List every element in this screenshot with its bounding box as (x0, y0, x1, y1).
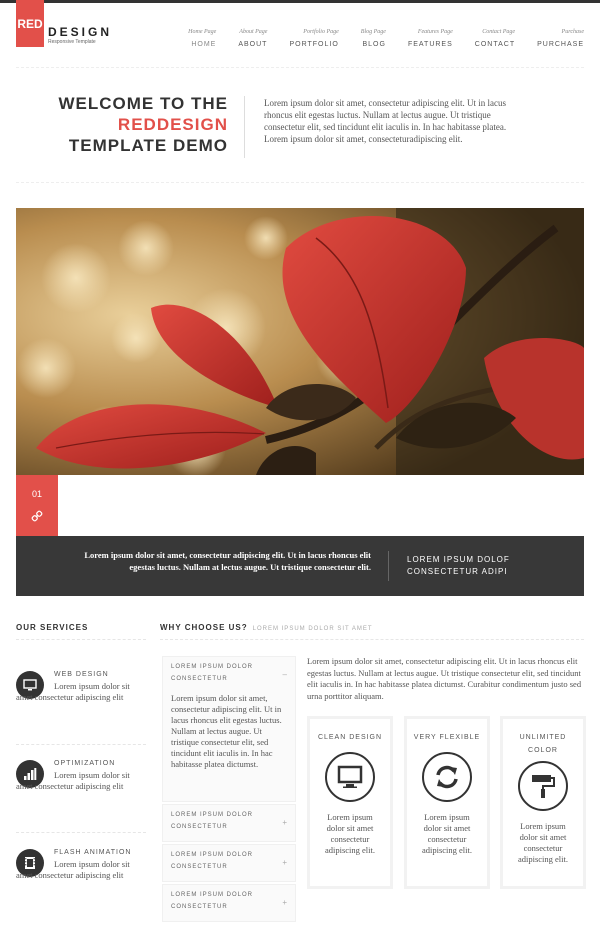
caption-title: LOREM IPSUM DOLOF CONSECTETUR ADIPI (407, 554, 510, 578)
divider (16, 639, 146, 640)
logo-red-block: RED (16, 0, 44, 47)
paint-roller-icon (532, 775, 555, 798)
nav-label: FEATURES (407, 41, 453, 48)
service-text: Lorem ipsum dolor sit amet consectetur a… (16, 681, 130, 702)
nav-label: CONTACT (474, 41, 516, 48)
nav-sub: Home Page (188, 29, 217, 35)
divider (160, 639, 584, 640)
divider (244, 96, 245, 158)
divider (388, 551, 389, 581)
service-text: Lorem ipsum dolor sit amet consectetur a… (16, 770, 130, 791)
nav-label: HOME (191, 41, 217, 48)
nav-sub: Purchase (561, 29, 584, 35)
refresh-icon (436, 765, 458, 789)
why-heading: WHY CHOOSE US? LOREM IPSUM DOLOR SIT AMET (160, 623, 373, 632)
feature-text: Lorem ipsum dolor sit amet consectetur a… (421, 812, 473, 855)
logo-text[interactable]: DESIGN Responsive Template (48, 25, 113, 45)
nav-item-blog[interactable]: Blog Page BLOG (361, 29, 386, 48)
slide-counter[interactable]: 01 (16, 475, 58, 536)
divider (16, 182, 584, 183)
service-text: Lorem ipsum dolor sit amet consectetur a… (16, 859, 130, 880)
service-title: OPTIMIZATION (54, 760, 116, 767)
nav-sub: Blog Page (360, 29, 386, 35)
accordion-title: LOREM IPSUM DOLOR CONSECTETUR (171, 664, 254, 682)
nav-sub: Contact Page (482, 29, 516, 35)
logo-tagline: Responsive Template (48, 39, 96, 45)
nav-label: PORTFOLIO (289, 41, 339, 48)
nav-item-about[interactable]: About Page ABOUT (238, 29, 267, 48)
accordion-header[interactable]: LOREM IPSUM DOLOR CONSECTETUR + (163, 845, 295, 873)
hero-slide-image[interactable] (16, 208, 584, 475)
service-title: FLASH ANIMATION (54, 849, 132, 856)
link-icon (31, 510, 43, 522)
accordion-item[interactable]: LOREM IPSUM DOLOR CONSECTETUR + (162, 804, 296, 842)
red-leaves-photo (16, 208, 584, 475)
welcome-line-2: REDDESIGN (117, 115, 228, 134)
nav-label: ABOUT (238, 41, 268, 48)
nav-sub: Portfolio Page (303, 29, 339, 35)
slide-caption: Lorem ipsum dolor sit amet, consectetur … (16, 536, 584, 596)
services-heading: OUR SERVICES (16, 623, 89, 632)
accordion-title: LOREM IPSUM DOLOR CONSECTETUR (171, 892, 254, 910)
service-web-design: WEB DESIGN Lorem ipsum dolor sit amet co… (16, 671, 140, 731)
caption-title-line-1: LOREM IPSUM DOLOF (407, 555, 510, 564)
feature-icon-circle (325, 752, 375, 802)
nav-item-features[interactable]: Features Page FEATURES (408, 29, 453, 48)
feature-text: Lorem ipsum dolor sit amet consectetur a… (324, 812, 376, 855)
accordion-header[interactable]: LOREM IPSUM DOLOR CONSECTETUR + (163, 885, 295, 913)
nav-item-contact[interactable]: Contact Page CONTACT (475, 29, 515, 48)
nav-sub: About Page (239, 29, 268, 35)
nav-sub: Features Page (417, 29, 453, 35)
accordion-title: LOREM IPSUM DOLOR CONSECTETUR (171, 852, 254, 870)
main-nav: Home Page HOME About Page ABOUT Portfoli… (166, 29, 584, 48)
collapse-icon[interactable]: – (283, 669, 288, 681)
nav-item-home[interactable]: Home Page HOME (188, 29, 216, 48)
expand-icon[interactable]: + (282, 897, 288, 909)
logo[interactable]: RED (16, 0, 44, 47)
logo-word: DESIGN (48, 25, 113, 39)
feature-icon-circle (422, 752, 472, 802)
monitor-icon (337, 765, 363, 788)
accordion-body: Lorem ipsum dolor sit amet, consectetur … (171, 693, 282, 769)
feature-icon-circle (518, 761, 568, 811)
why-heading-text: WHY CHOOSE US? (160, 623, 248, 632)
accordion-item-open[interactable]: LOREM IPSUM DOLOR CONSECTETUR – Lorem ip… (162, 656, 296, 802)
why-subheading: LOREM IPSUM DOLOR SIT AMET (252, 626, 373, 632)
nav-label: BLOG (362, 41, 386, 48)
accordion-header[interactable]: LOREM IPSUM DOLOR CONSECTETUR + (163, 805, 295, 833)
welcome-text: Lorem ipsum dolor sit amet, consectetur … (264, 98, 507, 144)
feature-title: UNLIMITED COLOR (519, 734, 567, 754)
nav-item-portfolio[interactable]: Portfolio Page PORTFOLIO (289, 29, 338, 48)
service-optimization: OPTIMIZATION Lorem ipsum dolor sit amet … (16, 760, 140, 820)
feature-box-unlimited-color: UNLIMITED COLOR Lorem ipsum dolor sit am… (500, 716, 586, 889)
why-intro-text: Lorem ipsum dolor sit amet, consectetur … (307, 656, 582, 701)
feature-text: Lorem ipsum dolor sit amet consectetur a… (517, 821, 569, 864)
caption-text: Lorem ipsum dolor sit amet, consectetur … (84, 550, 371, 572)
feature-title: CLEAN DESIGN (317, 734, 383, 741)
divider (16, 744, 146, 745)
welcome-line-3: TEMPLATE DEMO (68, 136, 228, 155)
accordion-title: LOREM IPSUM DOLOR CONSECTETUR (171, 812, 254, 830)
nav-item-purchase[interactable]: Purchase PURCHASE (537, 29, 584, 48)
welcome-heading: WELCOME TO THE REDDESIGN TEMPLATE DEMO (40, 93, 228, 156)
service-title: WEB DESIGN (54, 671, 109, 678)
welcome-line-1: WELCOME TO THE (58, 94, 228, 113)
divider (16, 832, 146, 833)
accordion-header[interactable]: LOREM IPSUM DOLOR CONSECTETUR – (163, 657, 295, 685)
feature-box-clean-design: CLEAN DESIGN Lorem ipsum dolor sit amet … (307, 716, 393, 889)
expand-icon[interactable]: + (282, 857, 288, 869)
service-flash-animation: FLASH ANIMATION Lorem ipsum dolor sit am… (16, 849, 140, 909)
feature-box-very-flexible: VERY FLEXIBLE Lorem ipsum dolor sit amet… (404, 716, 490, 889)
nav-label: PURCHASE (537, 41, 584, 48)
accordion-item[interactable]: LOREM IPSUM DOLOR CONSECTETUR + (162, 844, 296, 882)
accordion-item[interactable]: LOREM IPSUM DOLOR CONSECTETUR + (162, 884, 296, 922)
expand-icon[interactable]: + (282, 817, 288, 829)
slide-number: 01 (31, 489, 42, 499)
divider (16, 67, 584, 68)
caption-title-line-2: CONSECTETUR ADIPI (407, 567, 508, 576)
top-bar (0, 0, 600, 3)
feature-title: VERY FLEXIBLE (413, 734, 481, 741)
